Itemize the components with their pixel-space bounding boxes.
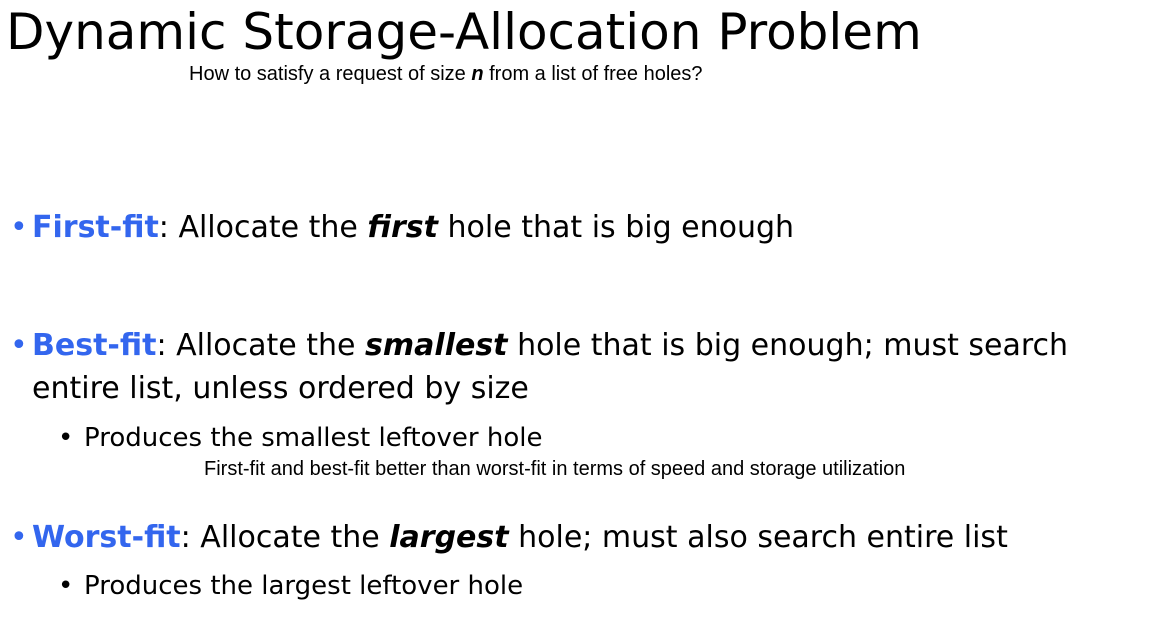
sub-bullet-text: Produces the smallest leftover hole — [84, 423, 543, 453]
term-best-fit: Best-fit — [32, 328, 157, 363]
bullet-dot-icon: • — [10, 328, 28, 363]
emphasis-smallest: smallest — [365, 328, 508, 363]
subtitle-text-after: from a list of free holes? — [483, 63, 703, 85]
bullet-rest: hole that is big enough — [438, 210, 795, 245]
sub-bullet-dot-icon: • — [58, 571, 74, 601]
bullet-separator: : Allocate the — [180, 520, 390, 555]
sub-bullet-text: Produces the largest leftover hole — [84, 571, 524, 601]
bullet-separator: : Allocate the — [158, 210, 368, 245]
term-worst-fit: Worst-fit — [32, 520, 181, 555]
emphasis-largest: largest — [389, 520, 509, 555]
slide-title: Dynamic Storage-Allocation Problem — [6, 3, 922, 61]
bullet-text: First-fit: Allocate the first hole that … — [32, 207, 794, 249]
bullet-dot-icon: • — [10, 520, 28, 555]
subtitle-text-before: How to satisfy a request of size — [189, 63, 472, 85]
slide: Dynamic Storage-Allocation Problem How t… — [0, 0, 1152, 644]
term-first-fit: First-fit — [32, 210, 159, 245]
bullet-rest: hole; must also search entire list — [508, 520, 1008, 555]
bullet-rest: hole that is big enough; must search — [507, 328, 1069, 363]
bullet-dot-icon: • — [10, 210, 28, 245]
bullet-text: Worst-fit: Allocate the largest hole; mu… — [32, 517, 1008, 559]
bullet-text: Best-fit: Allocate the smallest hole tha… — [32, 325, 1068, 367]
fit-comparison-note: First-fit and best-fit better than worst… — [204, 458, 906, 480]
bullet-separator: : Allocate the — [156, 328, 366, 363]
slide-subtitle: How to satisfy a request of size n from … — [189, 61, 703, 87]
subtitle-variable-n: n — [471, 63, 484, 85]
sub-bullet-dot-icon: • — [58, 423, 74, 453]
emphasis-first: first — [367, 210, 438, 245]
bullet-best-fit-continuation: entire list, unless ordered by size — [32, 371, 529, 406]
